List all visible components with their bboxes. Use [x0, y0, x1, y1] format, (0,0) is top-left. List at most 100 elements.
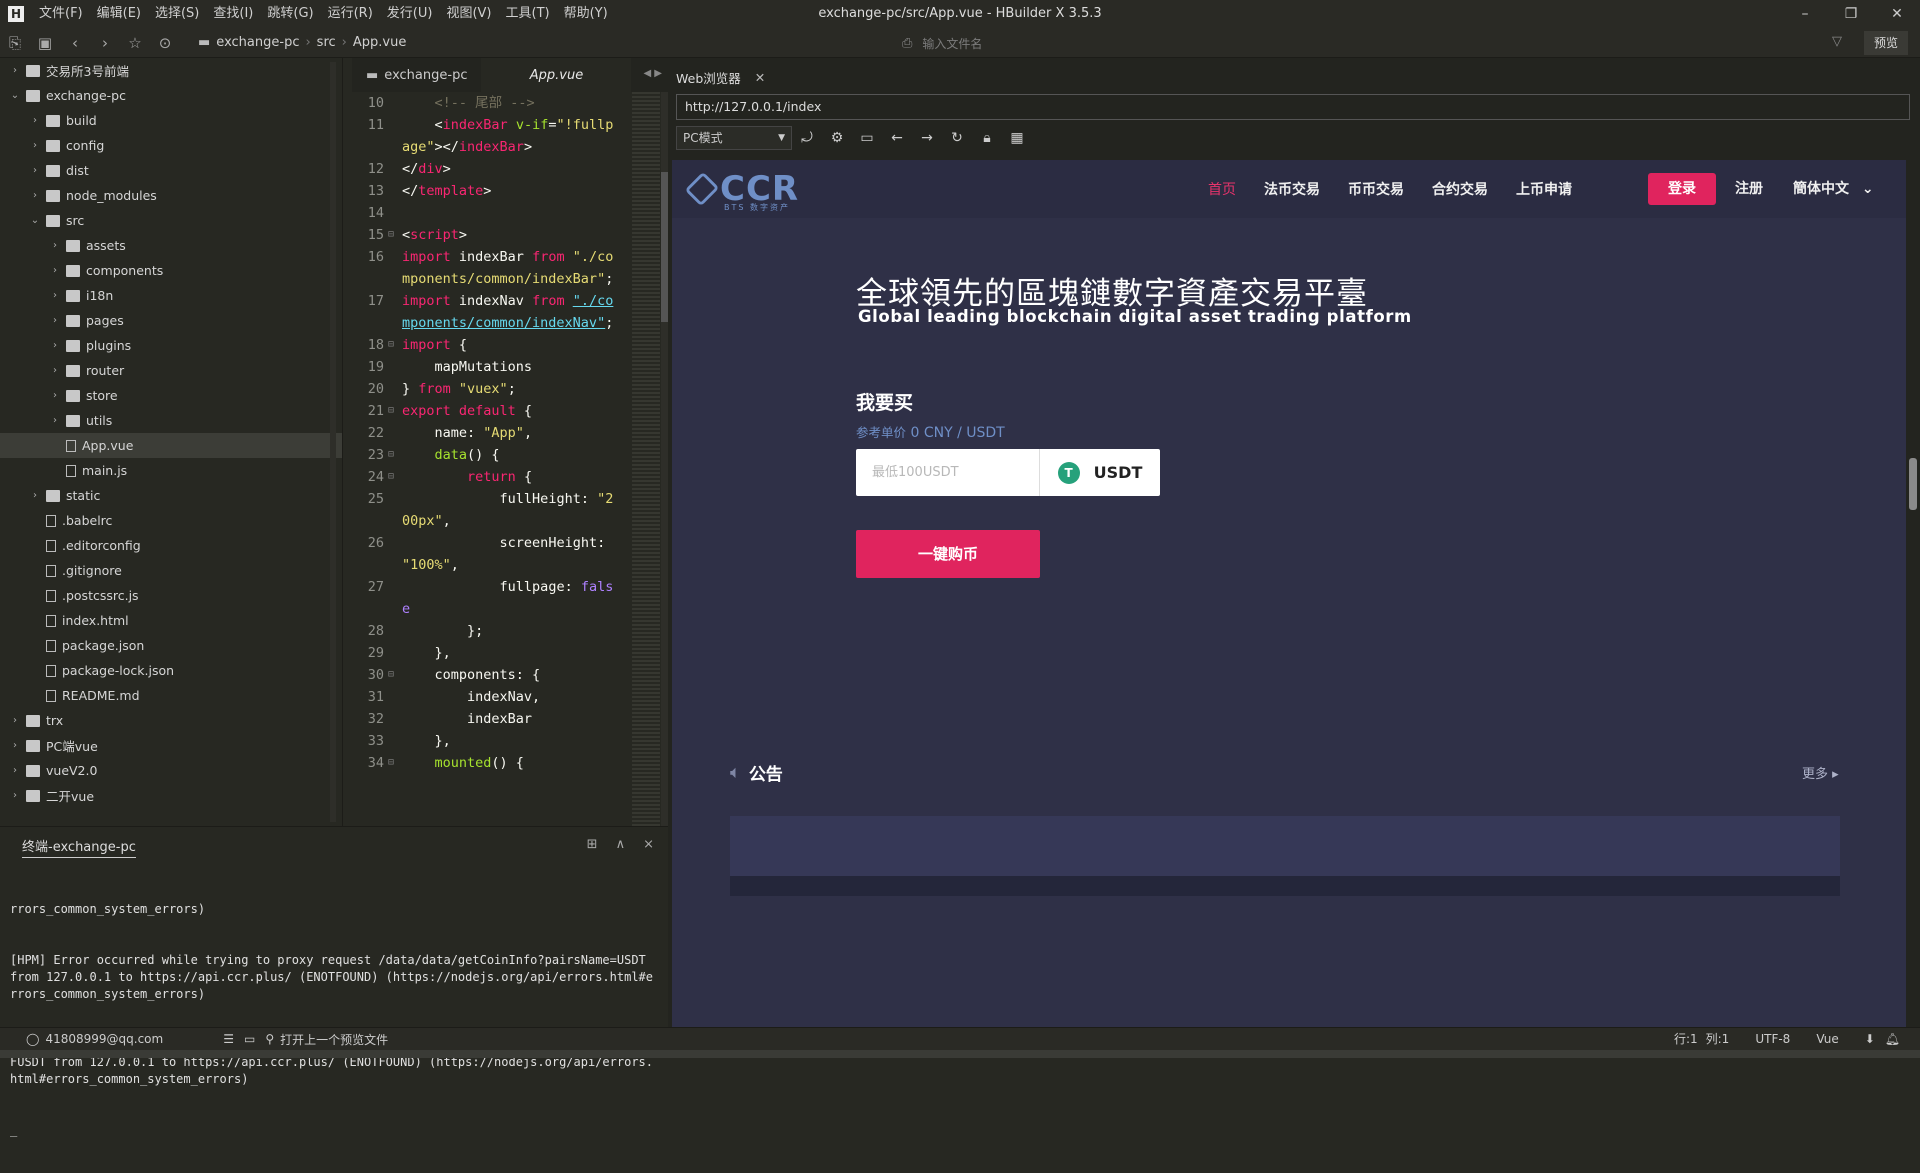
run-icon[interactable]: ⊙: [150, 34, 180, 52]
status-hint[interactable]: 打开上一个预览文件: [280, 1031, 388, 1048]
fold-icon[interactable]: ⊟: [388, 224, 402, 246]
tree-item[interactable]: › dist: [0, 158, 342, 183]
account-label[interactable]: 41808999@qq.com: [45, 1032, 163, 1046]
file-search-input[interactable]: 输入文件名: [922, 35, 982, 52]
nav-fiat[interactable]: 法币交易: [1264, 179, 1320, 199]
chevron-right-icon[interactable]: ›: [48, 265, 62, 276]
tree-item[interactable]: main.js: [0, 458, 342, 483]
chevron-right-icon[interactable]: ›: [8, 765, 22, 776]
menu-file[interactable]: 文件(F): [32, 0, 90, 28]
save-icon[interactable]: ▣: [30, 34, 60, 52]
tree-item[interactable]: › node_modules: [0, 183, 342, 208]
tree-item[interactable]: › utils: [0, 408, 342, 433]
menu-select[interactable]: 选择(S): [148, 0, 206, 28]
bell-icon[interactable]: 🔔︎: [1885, 1028, 1900, 1051]
code-editor[interactable]: 10 <!-- 尾部 --> 11 <indexBar v-if="!fullp…: [352, 92, 668, 826]
minimap[interactable]: [632, 92, 660, 826]
fold-icon[interactable]: ⊟: [388, 444, 402, 466]
tree-scrollbar[interactable]: [330, 62, 336, 822]
preview-button[interactable]: 预览: [1864, 31, 1908, 55]
filter-icon[interactable]: ▽: [1832, 34, 1842, 49]
menu-tools[interactable]: 工具(T): [499, 0, 557, 28]
lock-icon[interactable]: 🔒︎: [972, 130, 1002, 146]
nav-contract[interactable]: 合约交易: [1432, 179, 1488, 199]
close-icon[interactable]: ✕: [1874, 0, 1920, 28]
chevron-right-icon[interactable]: ›: [48, 415, 62, 426]
tree-item[interactable]: .postcssrc.js: [0, 583, 342, 608]
quick-buy-button[interactable]: 一键购币: [856, 530, 1040, 578]
tree-item[interactable]: › 交易所3号前端: [0, 58, 342, 83]
minimize-icon[interactable]: –: [1782, 0, 1828, 28]
tree-item[interactable]: › vueV2.0: [0, 758, 342, 783]
tree-item[interactable]: › static: [0, 483, 342, 508]
preview-history-icon[interactable]: ⚲: [265, 1032, 274, 1046]
register-link[interactable]: 注册: [1735, 160, 1763, 218]
tree-item[interactable]: › i18n: [0, 283, 342, 308]
tree-item[interactable]: › pages: [0, 308, 342, 333]
encoding[interactable]: UTF-8: [1755, 1028, 1790, 1051]
terminal-title[interactable]: 终端-exchange-pc: [22, 836, 136, 858]
tree-item[interactable]: index.html: [0, 608, 342, 633]
menu-view[interactable]: 视图(V): [439, 0, 498, 28]
tab-app-vue[interactable]: App.vue: [481, 58, 632, 92]
fold-icon[interactable]: ⊟: [388, 400, 402, 422]
language-mode[interactable]: Vue: [1816, 1028, 1838, 1051]
chevron-right-icon[interactable]: ›: [28, 115, 42, 126]
tree-item[interactable]: .editorconfig: [0, 533, 342, 558]
tree-item[interactable]: README.md: [0, 683, 342, 708]
star-icon[interactable]: ☆: [120, 34, 150, 52]
menu-edit[interactable]: 编辑(E): [90, 0, 148, 28]
close-icon[interactable]: ✕: [755, 70, 765, 85]
restore-icon[interactable]: ❐: [1828, 0, 1874, 28]
back-icon[interactable]: ←: [882, 130, 912, 146]
list-icon[interactable]: ☰: [223, 1032, 234, 1046]
qrcode-icon[interactable]: ▦: [1002, 130, 1032, 146]
maximize-icon[interactable]: ∧: [616, 837, 626, 852]
chevron-right-icon[interactable]: ›: [28, 140, 42, 151]
fold-icon[interactable]: ⊟: [388, 752, 402, 774]
viewport-scrollbar[interactable]: [1906, 160, 1920, 1027]
tree-item[interactable]: package-lock.json: [0, 658, 342, 683]
terminal-output[interactable]: rrors_common_system_errors) [HPM] Error …: [0, 867, 668, 1173]
chevron-right-icon[interactable]: ›: [28, 490, 42, 501]
new-terminal-icon[interactable]: ⊞: [587, 837, 598, 852]
chevron-right-icon[interactable]: ›: [28, 190, 42, 201]
menu-run[interactable]: 运行(R): [321, 0, 380, 28]
tree-item[interactable]: › trx: [0, 708, 342, 733]
tree-item[interactable]: › store: [0, 383, 342, 408]
breadcrumb-file[interactable]: App.vue: [353, 35, 406, 50]
tree-item[interactable]: .gitignore: [0, 558, 342, 583]
breadcrumb-folder[interactable]: src: [317, 35, 336, 50]
editor-scrollbar[interactable]: [661, 92, 668, 826]
tree-item[interactable]: › router: [0, 358, 342, 383]
file-search[interactable]: ⎙ 输入文件名: [902, 32, 1822, 54]
fold-icon[interactable]: ⊟: [388, 334, 402, 356]
menu-help[interactable]: 帮助(Y): [557, 0, 615, 28]
more-link[interactable]: 更多 ▸: [1802, 763, 1839, 782]
fold-icon[interactable]: ⊟: [388, 466, 402, 488]
chevron-right-icon[interactable]: ›: [48, 390, 62, 401]
back-icon[interactable]: ‹: [60, 34, 90, 52]
mode-select[interactable]: PC模式 ▼: [676, 126, 792, 150]
clear-icon[interactable]: ⨯: [643, 837, 654, 852]
chevron-right-icon[interactable]: ›: [8, 740, 22, 751]
nav-listing[interactable]: 上币申请: [1516, 179, 1572, 199]
tree-item[interactable]: › assets: [0, 233, 342, 258]
chevron-right-icon[interactable]: ›: [8, 715, 22, 726]
coin-select[interactable]: T USDT: [1040, 449, 1160, 496]
tree-item[interactable]: package.json: [0, 633, 342, 658]
nav-spot[interactable]: 币币交易: [1348, 179, 1404, 199]
tree-item[interactable]: › plugins: [0, 333, 342, 358]
editor-scrollbar-thumb[interactable]: [661, 172, 668, 322]
cursor-col[interactable]: 列:1: [1706, 1028, 1730, 1051]
url-input[interactable]: http://127.0.0.1/index: [676, 94, 1910, 120]
chevron-right-icon[interactable]: ›: [8, 65, 22, 76]
browser-tab[interactable]: Web浏览器 ✕: [676, 66, 765, 88]
console-icon[interactable]: ▭: [852, 130, 882, 146]
settings-icon[interactable]: ⚙: [822, 130, 852, 146]
tree-item[interactable]: › components: [0, 258, 342, 283]
menu-publish[interactable]: 发行(U): [380, 0, 440, 28]
breadcrumb-project[interactable]: exchange-pc: [216, 35, 299, 50]
menu-goto[interactable]: 跳转(G): [260, 0, 320, 28]
nav-home[interactable]: 首页: [1208, 179, 1236, 199]
